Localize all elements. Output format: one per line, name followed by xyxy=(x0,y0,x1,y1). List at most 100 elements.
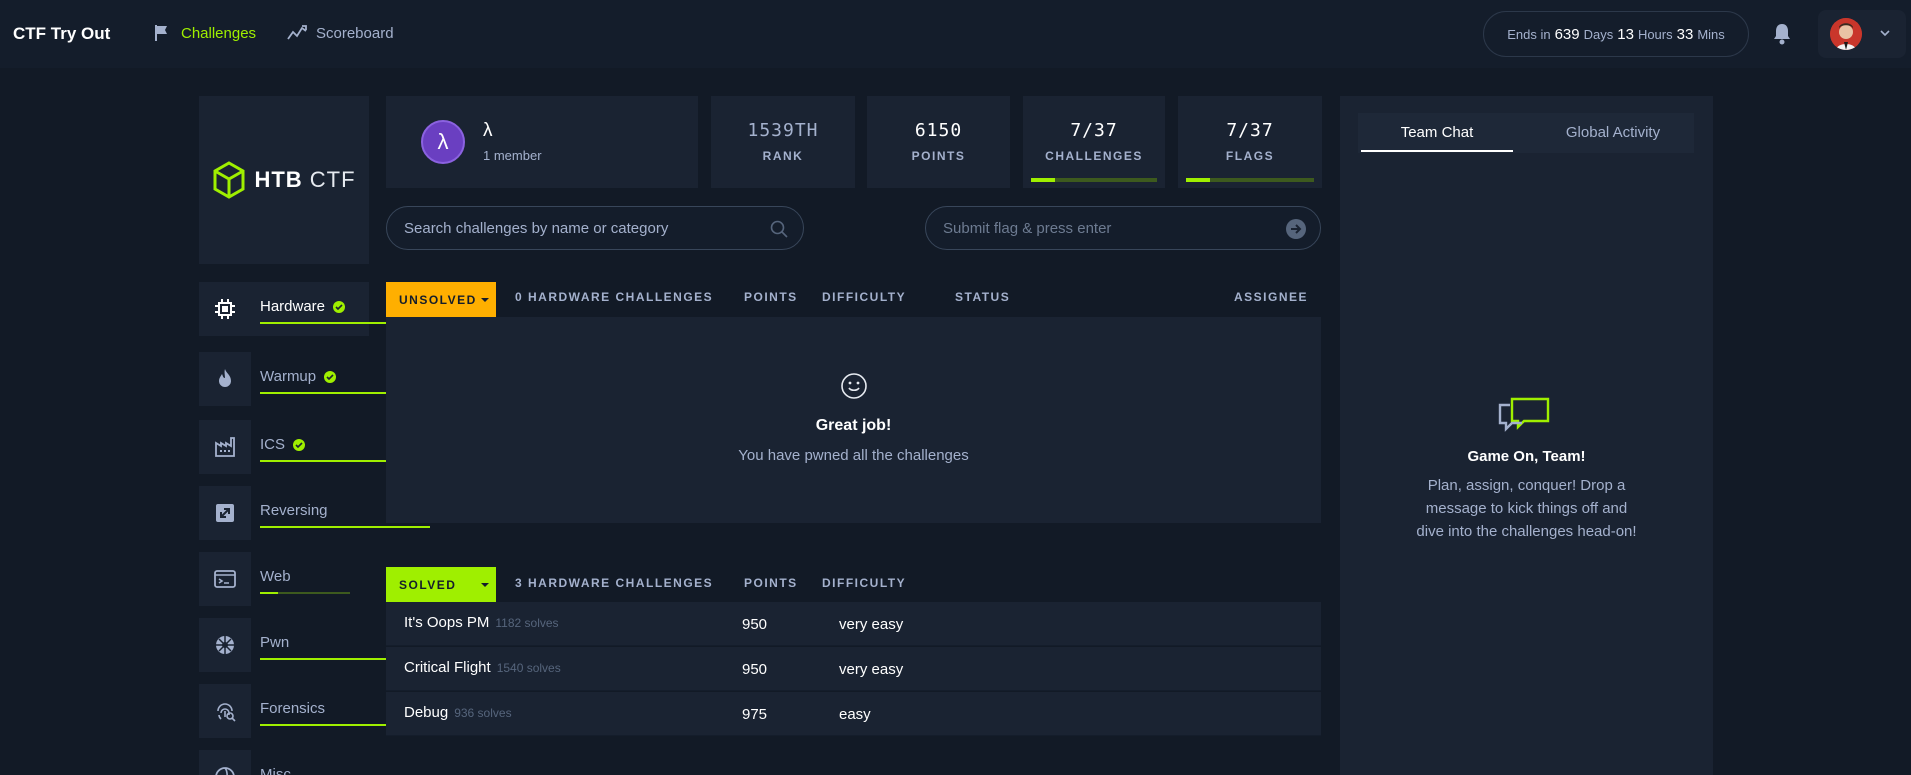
active-tab-indicator xyxy=(1361,150,1513,152)
bell-icon[interactable] xyxy=(1771,22,1793,46)
table-row[interactable]: Debug 936 solves 975 easy xyxy=(386,692,1321,736)
points-value: 6150 xyxy=(914,120,963,141)
flags-progress-fill xyxy=(1186,178,1211,182)
countdown-days-label: Days xyxy=(1583,26,1614,42)
flag-input[interactable] xyxy=(943,207,1259,249)
avatar xyxy=(1830,18,1862,50)
category-warmup[interactable]: Warmup xyxy=(199,352,430,406)
challenge-points: 950 xyxy=(742,616,768,633)
logo-text: HTB CTF xyxy=(254,167,355,193)
nav-challenges-label: Challenges xyxy=(181,24,257,42)
table-row[interactable]: It's Oops PM 1182 solves 950 very easy xyxy=(386,602,1321,646)
category-progress xyxy=(260,526,430,528)
event-countdown: Ends in 639 Days 13 Hours 33 Mins xyxy=(1483,11,1749,57)
table-row[interactable]: Critical Flight 1540 solves 950 very easy xyxy=(386,647,1321,691)
solved-count-header: 3 HARDWARE CHALLENGES xyxy=(515,576,714,590)
stat-challenges: 7/37 CHALLENGES xyxy=(1023,96,1165,188)
category-label: Reversing xyxy=(260,502,328,519)
search-icon[interactable] xyxy=(769,219,789,239)
challenge-points: 950 xyxy=(742,661,768,678)
status-header[interactable]: STATUS xyxy=(955,290,1010,304)
check-circle-icon xyxy=(293,438,306,451)
difficulty-header[interactable]: DIFFICULTY xyxy=(822,290,906,304)
category-label: Misc xyxy=(260,766,291,775)
rank-value: 1539TH xyxy=(747,120,819,141)
challenges-label: CHALLENGES xyxy=(1045,149,1143,163)
misc-icon xyxy=(215,767,235,775)
assignee-header[interactable]: ASSIGNEE xyxy=(1234,290,1308,304)
caret-down-icon xyxy=(481,298,489,302)
points-header[interactable]: POINTS xyxy=(744,290,798,304)
check-circle-icon xyxy=(324,370,337,383)
category-ics[interactable]: ICS xyxy=(199,420,430,474)
category-label: Warmup xyxy=(260,368,317,385)
chart-line-icon xyxy=(287,25,307,40)
event-title[interactable]: CTF Try Out xyxy=(13,24,110,44)
unsolved-filter-button[interactable]: UNSOLVED xyxy=(386,282,496,317)
category-icon-box xyxy=(199,420,251,474)
empty-subtitle: You have pwned all the challenges xyxy=(738,447,969,464)
category-icon-box xyxy=(199,282,251,336)
smiley-icon xyxy=(841,373,867,399)
challenge-solves: 1182 solves xyxy=(495,616,559,630)
countdown-mins-label: Mins xyxy=(1697,26,1725,42)
countdown-hours: 13 xyxy=(1617,25,1634,43)
countdown-hours-label: Hours xyxy=(1637,26,1673,42)
reverse-icon xyxy=(216,504,234,522)
tab-team-chat[interactable]: Team Chat xyxy=(1361,124,1513,141)
flags-value: 7/37 xyxy=(1226,120,1274,141)
chat-empty-title: Game On, Team! xyxy=(1467,448,1586,465)
top-nav: CTF Try Out Challenges Scoreboard Ends i… xyxy=(0,0,1911,68)
team-members: 1 member xyxy=(483,148,542,163)
nav-challenges[interactable]: Challenges xyxy=(152,23,256,43)
challenges-progress-bar xyxy=(1031,178,1157,182)
search-input[interactable] xyxy=(404,207,737,249)
category-icon-box xyxy=(199,552,251,606)
logo-ctf: CTF xyxy=(309,167,356,192)
browser-icon xyxy=(214,570,236,588)
flame-icon xyxy=(219,369,231,387)
category-misc[interactable]: Misc xyxy=(199,750,369,775)
points-label: POINTS xyxy=(911,149,966,163)
category-reversing[interactable]: Reversing xyxy=(199,486,430,540)
category-label: Web xyxy=(260,568,291,585)
category-icon-box xyxy=(199,618,251,672)
challenges-value: 7/37 xyxy=(1070,120,1118,141)
stat-flags: 7/37 FLAGS xyxy=(1178,96,1322,188)
category-progress-track xyxy=(260,592,350,594)
nav-scoreboard-label: Scoreboard xyxy=(316,24,394,42)
user-menu[interactable] xyxy=(1818,10,1906,58)
stat-rank: 1539TH RANK xyxy=(711,96,855,188)
nav-scoreboard[interactable]: Scoreboard xyxy=(287,23,394,43)
category-pwn[interactable]: Pwn xyxy=(199,618,430,672)
flags-label: FLAGS xyxy=(1225,149,1275,163)
challenge-search xyxy=(386,206,804,250)
countdown-days: 639 xyxy=(1554,25,1580,43)
points-header[interactable]: POINTS xyxy=(744,576,798,590)
difficulty-header[interactable]: DIFFICULTY xyxy=(822,576,906,590)
arrow-right-circle-icon[interactable] xyxy=(1286,219,1306,239)
category-forensics[interactable]: Forensics xyxy=(199,684,430,738)
empty-state: Great job! You have pwned all the challe… xyxy=(386,317,1321,523)
logo-htb: HTB xyxy=(254,167,303,192)
team-card[interactable]: λ λ 1 member xyxy=(386,96,698,188)
chat-panel: Team Chat Global Activity Game On, Team!… xyxy=(1340,96,1713,775)
challenge-solves: 936 solves xyxy=(454,706,512,720)
category-hardware[interactable]: Hardware xyxy=(199,282,430,336)
tab-global-activity[interactable]: Global Activity xyxy=(1537,124,1689,141)
category-progress xyxy=(260,592,278,594)
team-name: λ xyxy=(483,120,493,141)
countdown-mins: 33 xyxy=(1676,25,1694,43)
unsolved-button-label: UNSOLVED xyxy=(399,292,477,307)
htb-ctf-logo: HTB CTF xyxy=(199,96,369,264)
challenge-name: It's Oops PM xyxy=(404,614,490,631)
challenge-difficulty: very easy xyxy=(839,661,904,678)
stat-points: 6150 POINTS xyxy=(867,96,1010,188)
category-icon-box xyxy=(199,684,251,738)
bug-icon xyxy=(216,636,234,654)
cube-logo-icon xyxy=(213,161,245,199)
solved-filter-button[interactable]: SOLVED xyxy=(386,567,496,602)
chip-icon xyxy=(215,299,235,319)
fingerprint-icon xyxy=(217,703,236,722)
category-web[interactable]: Web xyxy=(199,552,369,606)
